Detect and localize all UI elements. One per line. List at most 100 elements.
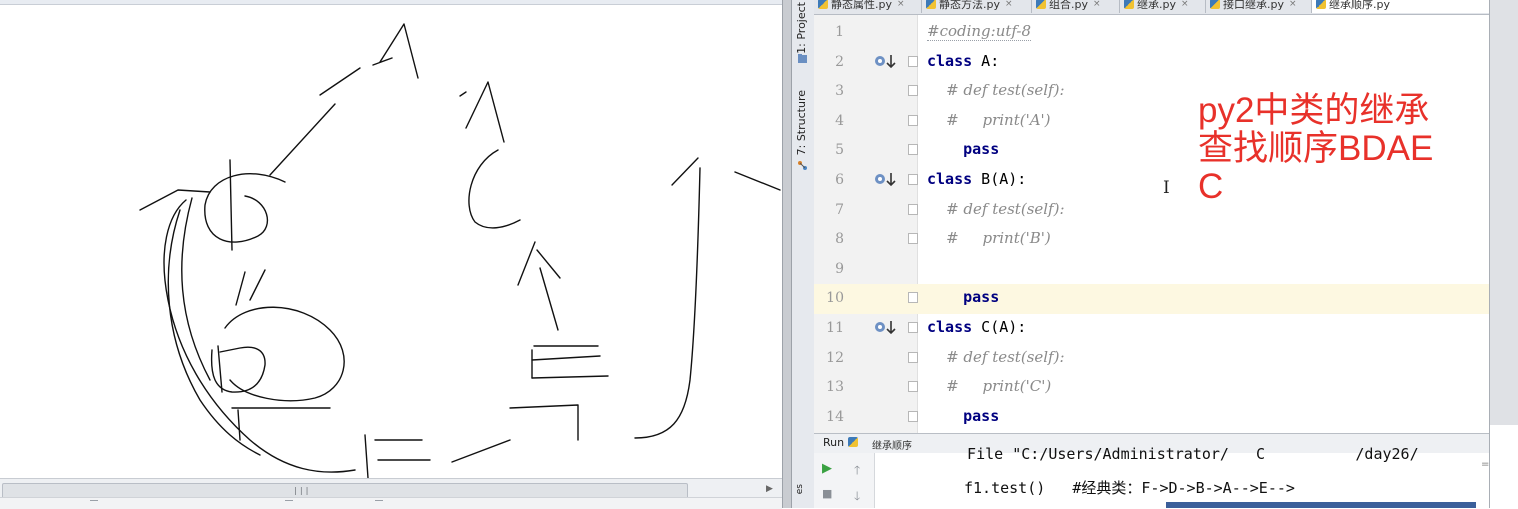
code-line[interactable]: 1 #coding:utf-8 — [814, 18, 1489, 48]
scroll-right-icon[interactable]: ▶ — [766, 484, 773, 494]
scrollbar-grip-icon: ||| — [293, 486, 311, 495]
sketch-stroke — [379, 23, 419, 79]
run-toolbar: ▶ 🡑 ■ 🡓 — [814, 453, 875, 508]
drawing-canvas[interactable]: ||| ▶ — [0, 0, 782, 509]
fold-marker-icon[interactable] — [908, 233, 918, 245]
line-number: 7 — [835, 201, 844, 218]
scroll-down-icon[interactable]: 🡓 — [854, 487, 860, 508]
freehand-sketch — [139, 23, 781, 479]
line-number: 3 — [835, 83, 844, 100]
text-cursor-icon: I — [1163, 178, 1170, 198]
tab-label: 静态属性.py — [831, 0, 892, 11]
tab-label: 静态方法.py — [939, 0, 1000, 11]
sketch-stroke — [163, 199, 356, 473]
editor-tab[interactable]: 继承.py × — [1120, 0, 1206, 13]
line-number: 4 — [835, 112, 844, 129]
fold-marker-icon[interactable] — [908, 322, 918, 333]
fold-marker-icon[interactable] — [908, 174, 918, 185]
code-line[interactable]: 10 pass — [814, 284, 1489, 314]
sketch-stroke — [269, 103, 336, 176]
fold-marker-icon[interactable] — [908, 381, 918, 393]
scroll-up-icon[interactable]: 🡑 — [854, 461, 860, 482]
code-text: # print('B') — [927, 229, 1051, 248]
code-editor[interactable]: 1 #coding:utf-8 2 class A: 3 # def test(self… — [814, 15, 1489, 433]
keyword: pass — [963, 288, 1000, 307]
stop-icon[interactable]: ■ — [822, 487, 832, 500]
code-line[interactable]: 11 class C(A): — [814, 314, 1489, 344]
code-line[interactable]: 12 # def test(self): — [814, 344, 1489, 374]
close-tab-icon[interactable]: × — [1005, 0, 1013, 9]
python-file-icon — [847, 437, 858, 447]
tab-label: 继承.py — [1137, 0, 1176, 11]
editor-tab[interactable]: 接口继承.py × — [1206, 0, 1312, 13]
close-tab-icon[interactable]: × — [1093, 0, 1101, 9]
code-line[interactable]: 8 # print('B') — [814, 225, 1489, 255]
editor-tab[interactable]: 继承顺序.py — [1312, 0, 1489, 13]
editor-tab-bar: 静态属性.py × 静态方法.py × 组合.py × 继承.py × 接口继承.py × 继承顺序… — [814, 0, 1489, 15]
code-text: #coding:utf-8 — [927, 22, 1032, 41]
editor-tab[interactable]: 静态方法.py × — [922, 0, 1032, 13]
tab-label: 组合.py — [1049, 0, 1088, 11]
python-file-icon — [1210, 0, 1220, 9]
fold-marker-icon[interactable] — [908, 351, 918, 363]
favorites-tool-tab[interactable]: es — [795, 484, 805, 494]
sketch-stroke — [204, 173, 286, 243]
fold-marker-icon[interactable] — [908, 203, 918, 215]
project-icon — [798, 54, 807, 63]
sketch-stroke — [634, 167, 701, 439]
window-divider[interactable] — [782, 0, 792, 508]
console-output-line: File "C:/Users/Administrator/ C /day26/ — [949, 445, 1419, 463]
sketch-stroke — [249, 269, 266, 301]
python-file-icon — [1036, 0, 1046, 9]
fold-marker-icon[interactable] — [908, 144, 918, 156]
fold-marker-icon[interactable] — [908, 55, 918, 67]
python-file-icon — [1124, 0, 1134, 9]
rerun-icon[interactable]: ▶ — [822, 461, 832, 476]
line-number: 6 — [835, 172, 844, 188]
code-line[interactable]: 14 pass — [814, 403, 1489, 433]
sketch-stroke — [536, 249, 561, 279]
python-file-icon — [926, 0, 936, 9]
run-console[interactable]: ▶ 🡑 ■ 🡓 File "C:/Users/Administrator/ C … — [814, 445, 1489, 508]
editor-tab[interactable]: 组合.py × — [1032, 0, 1120, 13]
project-tool-tab[interactable]: 1: Project — [795, 2, 808, 54]
fold-marker-icon[interactable] — [908, 114, 918, 126]
close-tab-icon[interactable]: × — [1289, 0, 1297, 9]
code-line[interactable]: 9 — [814, 255, 1489, 285]
code-line[interactable]: 13 # print('C') — [814, 373, 1489, 403]
keyword: class — [927, 51, 973, 70]
fold-marker-icon[interactable] — [908, 85, 918, 97]
run-title: Run — [823, 436, 858, 449]
keyword: pass — [963, 140, 1000, 159]
keyword: class — [927, 170, 973, 188]
close-tab-icon[interactable]: × — [897, 0, 905, 9]
sketch-stroke — [181, 197, 211, 381]
overridden-method-icon[interactable] — [874, 172, 902, 188]
code-line[interactable]: 2 class A: — [814, 48, 1489, 78]
status-mark-icon — [285, 500, 293, 507]
line-number: 12 — [826, 349, 844, 366]
sketch-stroke — [364, 434, 369, 479]
code-text: # def test(self): — [927, 81, 1065, 100]
tab-label: 继承顺序.py — [1329, 0, 1390, 11]
sketch-stroke — [139, 189, 211, 211]
status-mark-icon — [90, 500, 98, 507]
sketch-stroke — [531, 355, 601, 361]
line-number: 1 — [835, 24, 844, 40]
tab-label: 接口继承.py — [1223, 0, 1284, 11]
line-number: 5 — [835, 142, 844, 159]
line-number: 13 — [826, 379, 844, 396]
editor-tab[interactable]: 静态属性.py × — [814, 0, 922, 13]
sketch-stroke — [468, 149, 521, 229]
structure-tool-tab[interactable]: 7: Structure — [795, 90, 808, 155]
python-file-icon — [818, 0, 828, 9]
overridden-method-icon[interactable] — [874, 54, 902, 70]
fold-marker-icon[interactable] — [908, 410, 918, 422]
status-mark-icon — [375, 500, 383, 507]
sketch-stroke — [229, 159, 233, 251]
console-output-line: f1.test() #经典类：F->D->B->A-->E--> — [964, 479, 1295, 497]
fold-marker-icon[interactable] — [908, 292, 918, 304]
desktop-lower-strip — [1489, 425, 1518, 508]
close-tab-icon[interactable]: × — [1181, 0, 1189, 9]
overridden-method-icon[interactable] — [874, 320, 902, 336]
